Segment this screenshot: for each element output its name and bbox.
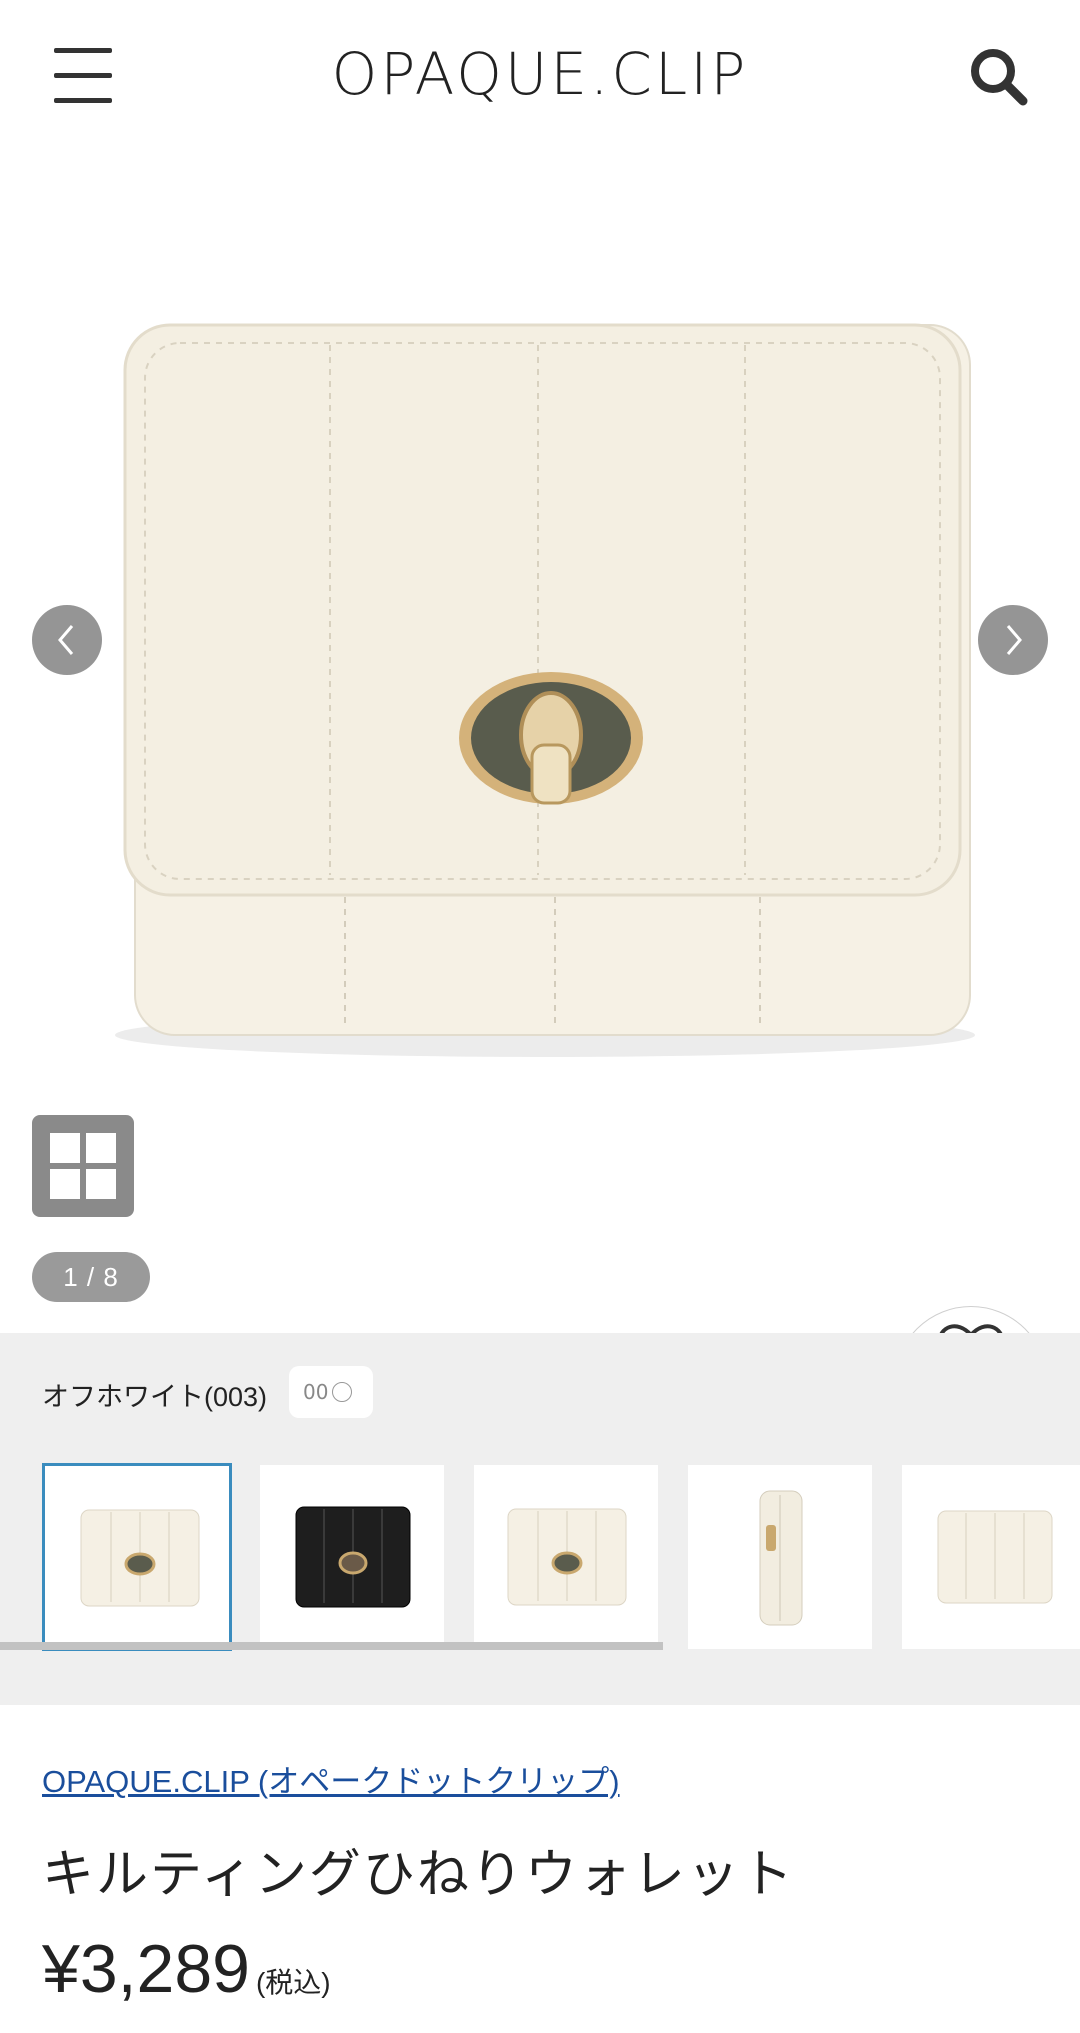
search-icon[interactable] [968,46,1030,108]
thumbnail-scrollbar[interactable] [0,1642,663,1650]
thumbnail-offwhite-front[interactable] [474,1465,658,1649]
product-image-gallery[interactable]: 1 / 8 28 [0,155,1080,1460]
thumbnail-offwhite-side[interactable] [688,1465,872,1649]
thumbnail-offwhite-front[interactable] [42,1463,232,1651]
tax-note: (税込) [255,1967,331,1998]
product-main-image [115,323,975,1057]
brand-link[interactable]: OPAQUE.CLIP (オペークドットクリップ) [42,1756,620,1801]
availability-circle-icon [332,1382,353,1402]
product-price: ¥3,289 (税込) [42,1930,331,2008]
size-chip[interactable]: 00 [289,1366,373,1418]
thumbnail-black-front[interactable] [260,1465,444,1649]
chevron-left-icon[interactable] [32,605,102,675]
price-value: ¥3,289 [42,1931,250,2007]
product-title: キルティングひねりウォレット [42,1845,795,1905]
size-chip-label: 00 [303,1380,329,1404]
image-pager: 1 / 8 [32,1252,150,1302]
variant-thumbnail-strip[interactable] [42,1461,1080,1651]
grid-view-icon[interactable] [32,1115,134,1217]
brand-logo[interactable]: OPAQUE.CLIP [0,40,1080,108]
chevron-right-icon[interactable] [978,605,1048,675]
thumbnail-offwhite-back[interactable] [902,1465,1080,1649]
selected-color-label: オフホワイト(003) [42,1382,268,1412]
app-header: OPAQUE.CLIP [0,0,1080,155]
